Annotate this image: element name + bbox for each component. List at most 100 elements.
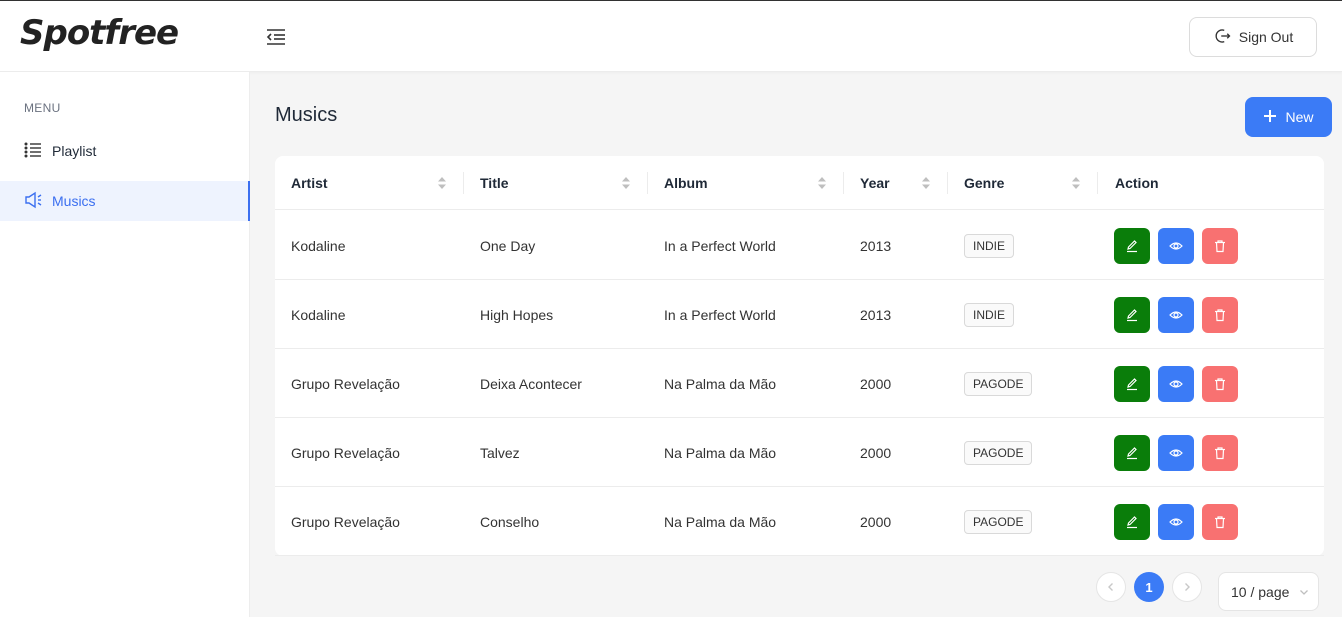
delete-button[interactable] <box>1202 228 1238 264</box>
sidebar: MENU Playlist Musics <box>0 72 250 617</box>
edit-icon <box>1127 516 1137 529</box>
page-number-current[interactable]: 1 <box>1134 572 1164 602</box>
edit-button[interactable] <box>1114 366 1150 402</box>
sign-out-label: Sign Out <box>1238 29 1294 45</box>
column-label: Action <box>1115 175 1159 191</box>
view-button[interactable] <box>1158 366 1194 402</box>
cell-artist: Kodaline <box>291 237 346 254</box>
view-button[interactable] <box>1158 504 1194 540</box>
delete-button[interactable] <box>1202 297 1238 333</box>
table-row: Kodaline High Hopes In a Perfect World 2… <box>275 280 1324 349</box>
column-label: Title <box>480 175 509 191</box>
cell-title: Conselho <box>480 513 540 530</box>
genre-tag: INDIE <box>964 302 1015 327</box>
cell-artist: Kodaline <box>291 306 346 323</box>
trash-icon <box>1215 240 1225 253</box>
cell-artist: Grupo Revelação <box>291 513 400 530</box>
sidebar-item-label: Musics <box>52 193 96 209</box>
eye-icon <box>1169 449 1183 457</box>
cell-title: One Day <box>480 237 536 254</box>
view-button[interactable] <box>1158 228 1194 264</box>
column-label: Artist <box>291 175 328 191</box>
edit-icon <box>1127 447 1137 460</box>
sort-icon[interactable] <box>921 176 931 190</box>
sidebar-item-playlist[interactable]: Playlist <box>0 131 250 171</box>
music-table: Artist Title Album Year Genre Action Kod… <box>275 156 1324 556</box>
menu-fold-icon[interactable] <box>264 25 288 49</box>
edit-button[interactable] <box>1114 504 1150 540</box>
cell-artist: Grupo Revelação <box>291 375 400 392</box>
cell-album: In a Perfect World <box>664 306 776 323</box>
list-icon <box>24 141 42 162</box>
cell-year: 2000 <box>860 444 892 461</box>
cell-title: Talvez <box>480 444 520 461</box>
menu-section-label: MENU <box>24 101 61 115</box>
edit-button[interactable] <box>1114 228 1150 264</box>
edit-icon <box>1127 309 1137 322</box>
column-divider <box>843 172 844 194</box>
sort-icon[interactable] <box>1071 176 1081 190</box>
cell-genre: INDIE <box>964 280 1015 349</box>
chevron-right-icon <box>1185 583 1190 591</box>
cell-album: Na Palma da Mão <box>664 444 777 461</box>
edit-button[interactable] <box>1114 435 1150 471</box>
column-label: Genre <box>964 175 1005 191</box>
delete-button[interactable] <box>1202 435 1238 471</box>
view-button[interactable] <box>1158 297 1194 333</box>
page-size-value: 10 / page <box>1231 583 1290 600</box>
sign-out-button[interactable]: Sign Out <box>1189 17 1317 57</box>
plus-icon <box>1263 109 1277 126</box>
page-title: Musics <box>275 104 338 126</box>
cell-year: 2013 <box>860 237 892 254</box>
cell-genre: INDIE <box>964 211 1015 280</box>
cell-genre: PAGODE <box>964 349 1033 418</box>
edit-icon <box>1127 240 1137 253</box>
sort-icon[interactable] <box>437 176 447 190</box>
sort-icon[interactable] <box>817 176 827 190</box>
cell-artist: Grupo Revelação <box>291 444 400 461</box>
eye-icon <box>1169 242 1183 250</box>
genre-tag: PAGODE <box>964 371 1033 396</box>
cell-album: Na Palma da Mão <box>664 375 777 392</box>
column-divider <box>1097 172 1098 194</box>
delete-button[interactable] <box>1202 504 1238 540</box>
eye-icon <box>1169 518 1183 526</box>
table-header: Artist Title Album Year Genre Action <box>275 156 1324 210</box>
top-header: Spotfree Sign Out <box>0 1 1342 72</box>
trash-icon <box>1215 309 1225 322</box>
edit-icon <box>1127 378 1137 391</box>
column-divider <box>463 172 464 194</box>
new-button-label: New <box>1285 109 1314 125</box>
table-row: Grupo Revelação Talvez Na Palma da Mão 2… <box>275 418 1324 487</box>
chevron-left-icon <box>1108 583 1113 591</box>
cell-title: High Hopes <box>480 306 554 323</box>
column-label: Album <box>664 175 708 191</box>
delete-button[interactable] <box>1202 366 1238 402</box>
genre-tag: PAGODE <box>964 509 1033 534</box>
new-music-button[interactable]: New <box>1245 97 1332 137</box>
cell-genre: PAGODE <box>964 487 1033 556</box>
logout-icon <box>1213 27 1231 48</box>
sort-icon[interactable] <box>621 176 631 190</box>
cell-title: Deixa Acontecer <box>480 375 582 392</box>
sound-icon <box>24 191 42 212</box>
cell-year: 2000 <box>860 375 892 392</box>
app-logo[interactable]: Spotfree <box>20 13 179 53</box>
eye-icon <box>1169 380 1183 388</box>
sidebar-item-musics[interactable]: Musics <box>0 181 250 221</box>
trash-icon <box>1215 378 1225 391</box>
column-header-genre[interactable]: Genre <box>964 156 1084 210</box>
edit-button[interactable] <box>1114 297 1150 333</box>
cell-genre: PAGODE <box>964 418 1033 487</box>
column-divider <box>947 172 948 194</box>
genre-tag: PAGODE <box>964 440 1033 465</box>
eye-icon <box>1169 311 1183 319</box>
page-size-select[interactable]: 10 / page <box>1218 572 1319 611</box>
next-page-button[interactable] <box>1172 572 1202 602</box>
prev-page-button[interactable] <box>1096 572 1126 602</box>
column-label: Year <box>860 175 890 191</box>
cell-year: 2013 <box>860 306 892 323</box>
view-button[interactable] <box>1158 435 1194 471</box>
table-row: Kodaline One Day In a Perfect World 2013… <box>275 211 1324 280</box>
cell-album: In a Perfect World <box>664 237 776 254</box>
